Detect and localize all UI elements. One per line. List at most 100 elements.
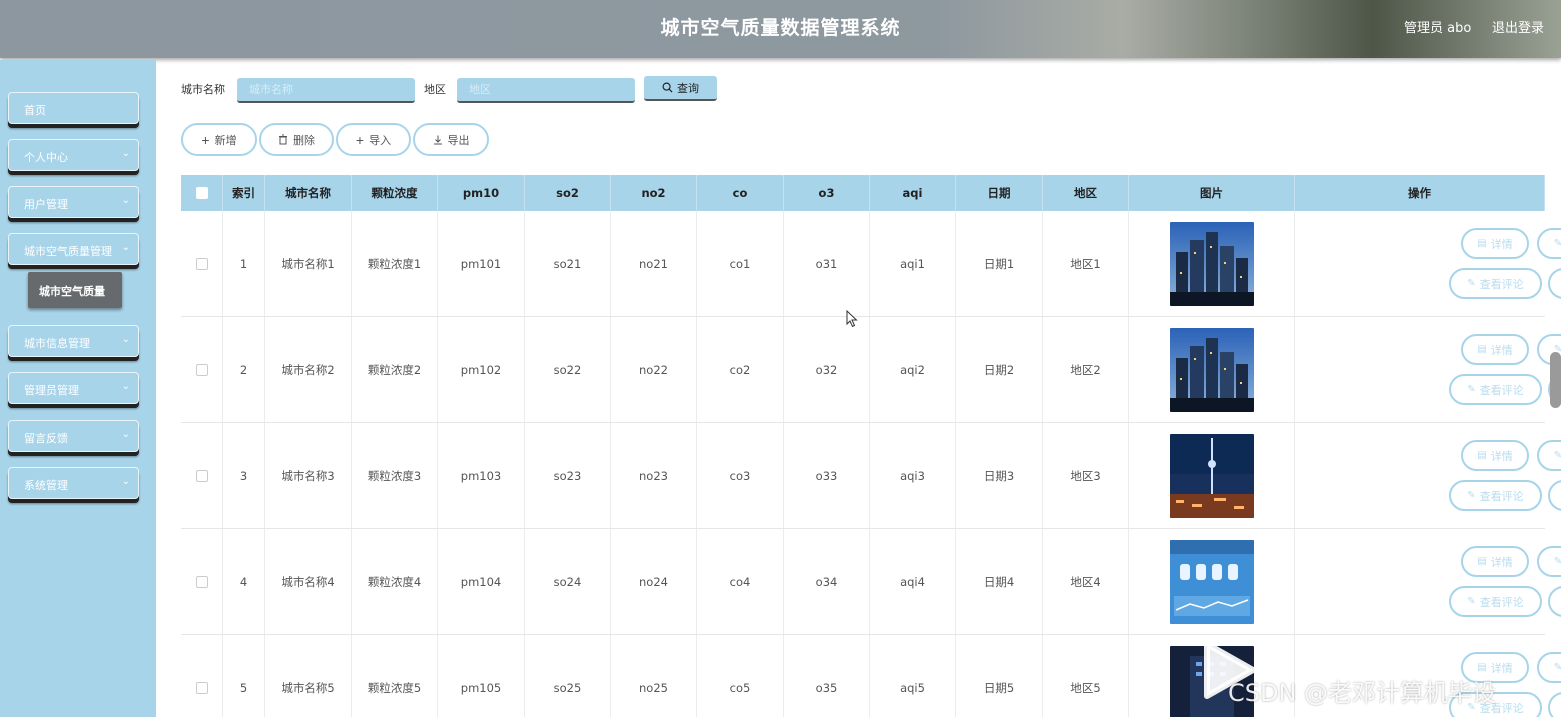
- sidebar-item[interactable]: 个人中心 ⌄: [8, 139, 139, 171]
- select-all-cell[interactable]: [181, 175, 223, 211]
- cell-o3: o33: [784, 423, 870, 528]
- sidebar-item[interactable]: 用户管理 ⌄: [8, 186, 139, 218]
- column-header: 地区: [1043, 175, 1129, 211]
- row-checkbox[interactable]: [195, 575, 208, 588]
- city-skyline-image[interactable]: [1169, 221, 1254, 306]
- trash-icon: [279, 134, 287, 145]
- add-button[interactable]: + 新增: [181, 123, 257, 156]
- cell-pm10: pm101: [438, 211, 525, 316]
- pencil-icon: ✎: [1553, 450, 1561, 461]
- cell-image: [1129, 529, 1295, 634]
- cell-no2: no22: [611, 317, 697, 422]
- chevron-down-icon: ⌄: [121, 195, 130, 206]
- sidebar-subitem-air-quality[interactable]: 城市空气质量: [28, 272, 122, 308]
- chevron-down-icon: ⌄: [121, 476, 130, 487]
- sidebar-item-label: 用户管理: [24, 198, 68, 211]
- table-row: 1 城市名称1 颗粒浓度1 pm101 so21 no21 co1 o31 aqi1 日期1 地区1…: [181, 211, 1561, 317]
- cell-particle: 颗粒浓度2: [352, 317, 438, 422]
- cell-so2: so22: [525, 317, 611, 422]
- weather-app-image[interactable]: [1169, 539, 1254, 624]
- cell-actions: ▤详情 ✎修改 ✎查看评论 🗑删除: [1295, 211, 1561, 316]
- row-checkbox[interactable]: [195, 469, 208, 482]
- cell-particle: 颗粒浓度5: [352, 635, 438, 717]
- view-comments-button[interactable]: ✎ 查看评论: [1449, 268, 1542, 299]
- cell-co: co3: [697, 423, 784, 528]
- column-header: co: [697, 175, 784, 211]
- cell-region: 地区5: [1043, 635, 1129, 717]
- edit-button[interactable]: ✎修改: [1537, 228, 1561, 259]
- row-delete-button[interactable]: 🗑删除: [1548, 268, 1561, 299]
- cell-date: 日期5: [956, 635, 1043, 717]
- cell-no2: no25: [611, 635, 697, 717]
- row-checkbox[interactable]: [195, 681, 208, 694]
- select-all-checkbox[interactable]: [195, 187, 208, 199]
- detail-button[interactable]: ▤ 详情: [1461, 334, 1529, 365]
- detail-button[interactable]: ▤ 详情: [1461, 228, 1529, 259]
- row-delete-button[interactable]: 🗑删除: [1548, 586, 1561, 617]
- region-input[interactable]: [457, 78, 635, 103]
- cell-region: 地区3: [1043, 423, 1129, 528]
- add-label: 新增: [214, 134, 237, 147]
- row-select-cell: [181, 423, 223, 528]
- export-label: 导出: [447, 134, 470, 147]
- scrollbar[interactable]: [1550, 352, 1561, 408]
- cell-actions: ▤详情 ✎修改 ✎查看评论 🗑删除: [1295, 423, 1561, 528]
- plus-icon: +: [355, 131, 365, 148]
- view-comments-button[interactable]: ✎ 查看评论: [1449, 586, 1542, 617]
- view-comments-button[interactable]: ✎ 查看评论: [1449, 374, 1542, 405]
- cell-pm10: pm102: [438, 317, 525, 422]
- row-delete-button[interactable]: 🗑删除: [1548, 480, 1561, 511]
- tv-tower-night-image[interactable]: [1169, 433, 1254, 518]
- cell-particle: 颗粒浓度1: [352, 211, 438, 316]
- city-name-input[interactable]: [237, 78, 415, 103]
- export-button[interactable]: 导出: [413, 123, 489, 156]
- action-label: 查看评论: [1479, 277, 1524, 291]
- cell-pm10: pm105: [438, 635, 525, 717]
- import-button[interactable]: + 导入: [336, 123, 411, 156]
- row-select-cell: [181, 317, 223, 422]
- cell-date: 日期3: [956, 423, 1043, 528]
- pencil-icon: ✎: [1467, 278, 1476, 289]
- query-button[interactable]: 查询: [644, 76, 717, 101]
- detail-button[interactable]: ▤ 详情: [1461, 440, 1529, 471]
- logout-link[interactable]: 退出登录: [1492, 17, 1544, 36]
- action-label: 查看评论: [1479, 383, 1524, 397]
- cell-index: 3: [223, 423, 265, 528]
- edit-button[interactable]: ✎修改: [1537, 652, 1561, 683]
- cell-aqi: aqi2: [870, 317, 956, 422]
- sidebar-item-label: 系统管理: [24, 479, 68, 492]
- city-skyline-image[interactable]: [1169, 327, 1254, 412]
- sidebar-item[interactable]: 管理员管理 ⌄: [8, 372, 139, 404]
- cell-no2: no21: [611, 211, 697, 316]
- cell-o3: o32: [784, 317, 870, 422]
- row-checkbox[interactable]: [195, 363, 208, 376]
- cell-co: co1: [697, 211, 784, 316]
- sidebar-item[interactable]: 首页: [8, 92, 139, 124]
- table-row: 3 城市名称3 颗粒浓度3 pm103 so23 no23 co3 o33 aqi3 日期3 地区3…: [181, 423, 1561, 529]
- cell-no2: no23: [611, 423, 697, 528]
- action-label: 查看评论: [1479, 595, 1524, 609]
- detail-button[interactable]: ▤ 详情: [1461, 546, 1529, 577]
- document-icon: ▤: [1477, 556, 1487, 567]
- view-comments-button[interactable]: ✎ 查看评论: [1449, 480, 1542, 511]
- cell-so2: so24: [525, 529, 611, 634]
- cell-city: 城市名称2: [265, 317, 352, 422]
- cell-aqi: aqi3: [870, 423, 956, 528]
- sidebar-item[interactable]: 城市空气质量管理 ⌄: [8, 233, 139, 265]
- row-delete-button[interactable]: 🗑删除: [1548, 692, 1561, 717]
- sidebar-item[interactable]: 城市信息管理 ⌄: [8, 325, 139, 357]
- sidebar-item[interactable]: 留言反馈 ⌄: [8, 420, 139, 452]
- sidebar-item-label: 留言反馈: [24, 432, 68, 445]
- cell-city: 城市名称1: [265, 211, 352, 316]
- column-header: 索引: [223, 175, 265, 211]
- pencil-icon: ✎: [1467, 490, 1476, 501]
- sidebar-item-label: 管理员管理: [24, 384, 79, 397]
- delete-button[interactable]: 删除: [259, 123, 334, 156]
- sidebar-item[interactable]: 系统管理 ⌄: [8, 467, 139, 499]
- row-checkbox[interactable]: [195, 257, 208, 270]
- region-label: 地区: [424, 83, 446, 96]
- edit-button[interactable]: ✎修改: [1537, 440, 1561, 471]
- column-header: aqi: [870, 175, 956, 211]
- edit-button[interactable]: ✎修改: [1537, 546, 1561, 577]
- column-header: pm10: [438, 175, 525, 211]
